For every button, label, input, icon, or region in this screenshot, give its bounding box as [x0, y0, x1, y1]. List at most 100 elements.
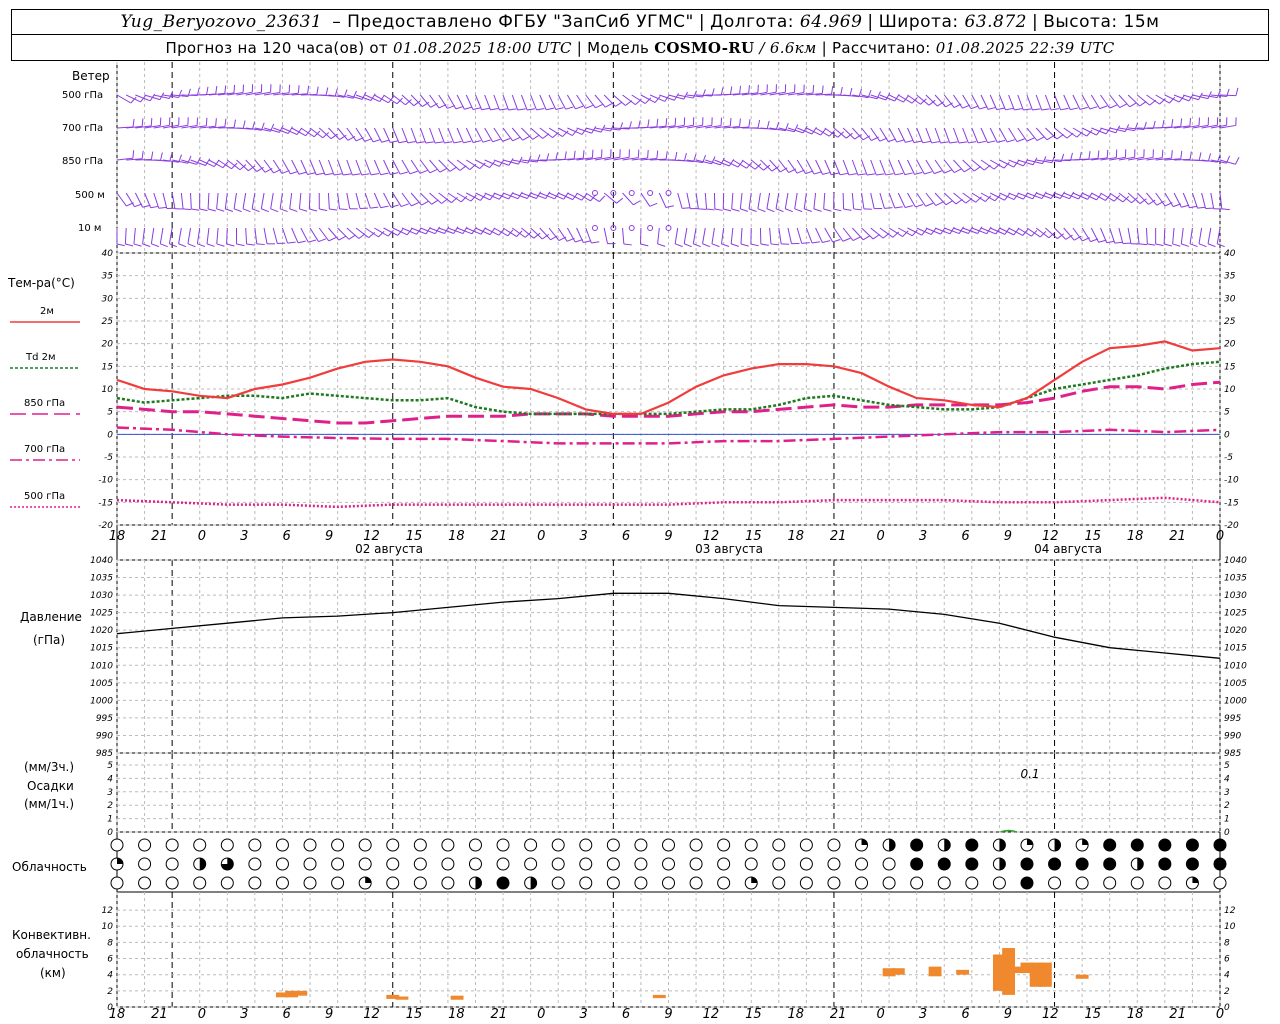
cloud-circle	[248, 857, 262, 871]
wind-barb	[327, 192, 338, 211]
cloud-fill	[530, 877, 537, 889]
wind-barb-flag	[178, 243, 187, 248]
cloud-circle	[413, 857, 427, 871]
wind-barb-flag	[1189, 205, 1198, 209]
precip-tick-left: 1	[107, 815, 113, 825]
cloud-circle	[331, 838, 345, 852]
cloud-symbol	[358, 838, 372, 852]
cloud-fill	[1214, 839, 1226, 851]
wind-barb-flag	[1161, 119, 1165, 128]
pressure-tick-right: 990	[1224, 731, 1241, 741]
convective-bar	[956, 969, 970, 975]
wind-barb	[879, 159, 894, 176]
wind-barb-staff	[242, 192, 247, 209]
wind-barb-staff	[833, 159, 841, 176]
wind-barb-staff	[429, 127, 436, 144]
cloud-symbol	[248, 838, 262, 852]
wind-barb-staff	[731, 192, 734, 209]
wind-barb-staff	[159, 227, 164, 244]
wind-barb-flag	[526, 108, 536, 111]
wind-barb	[254, 159, 273, 173]
wind-barb-staff	[1191, 192, 1198, 209]
wind-barb-flag	[740, 243, 749, 247]
wind-barb-flag	[116, 243, 125, 247]
wind-barb-staff	[769, 227, 772, 244]
cloud-circle	[634, 857, 648, 871]
cloud-fill	[751, 877, 758, 883]
wind-barb-flag	[297, 85, 300, 94]
cloud-circle	[193, 838, 207, 852]
wind-barb-flag	[233, 208, 242, 213]
wind-barb	[419, 127, 434, 144]
wind-barb	[870, 92, 891, 101]
wind-barb-flag	[766, 208, 775, 213]
cloud-symbol	[634, 876, 648, 890]
wind-barb-staff	[1054, 94, 1062, 110]
wind-barb	[674, 227, 683, 248]
wind-barb	[739, 192, 749, 212]
wind-barb-staff	[300, 227, 309, 243]
cloud-circle	[662, 857, 675, 871]
wind-barb-staff	[520, 94, 528, 111]
wind-barb-flag	[224, 118, 227, 127]
wind-barb-flag	[740, 208, 749, 212]
wind-barb-staff	[392, 159, 401, 175]
wind-barb	[861, 192, 872, 210]
wind-barb	[567, 150, 585, 161]
wind-barb-flag	[215, 85, 218, 95]
pressure-tick-right: 1010	[1224, 661, 1247, 671]
wind-barb-flag	[141, 150, 144, 159]
wind-barb-flag	[1235, 87, 1239, 96]
wind-barb-staff	[245, 227, 248, 245]
wind-barb	[897, 192, 913, 208]
wind-barb-staff	[916, 127, 924, 144]
wind-barb-flag	[615, 101, 623, 107]
wind-barb-flag	[334, 88, 338, 97]
wind-barb-staff	[842, 159, 850, 176]
wind-barb-staff	[456, 227, 473, 235]
wind-barb	[897, 159, 913, 176]
hour-tick-label: 0	[198, 1007, 206, 1022]
wind-barb-staff	[178, 227, 182, 244]
wind-barb-flag	[693, 243, 701, 248]
hour-tick-label: 6	[283, 1007, 291, 1022]
cloud-symbol	[303, 857, 317, 871]
cloud-symbol	[744, 857, 758, 871]
wind-barb	[723, 159, 744, 168]
temp-tick-left: 35	[102, 272, 114, 282]
cloud-symbol	[799, 876, 813, 890]
wind-barb-staff	[392, 192, 402, 207]
wind-barb	[1063, 227, 1082, 241]
wind-barb	[126, 118, 144, 129]
hour-tick-label: 21	[491, 1007, 508, 1022]
temp-tick-left: 40	[102, 249, 114, 259]
cloud-symbol	[827, 857, 841, 871]
hour-tick-label: 3	[240, 1007, 248, 1022]
wind-barb-flag	[702, 243, 711, 248]
wind-barb-flag	[739, 85, 742, 94]
cloud-symbol	[910, 876, 924, 890]
conv-tick-left: 2	[107, 987, 113, 997]
wind-barb-staff	[133, 227, 136, 244]
wind-barb	[705, 157, 725, 166]
cloud-symbol	[579, 876, 593, 890]
wind-barb-flag	[429, 168, 438, 174]
cloud-symbol	[882, 876, 896, 890]
wind-barb	[124, 227, 134, 247]
wind-barb-flag	[401, 203, 409, 208]
cloud-fill	[999, 858, 1006, 870]
wind-barb-flag	[914, 171, 923, 175]
wind-barb-flag	[290, 170, 299, 175]
wind-barb	[692, 227, 701, 248]
wind-barb-flag	[656, 150, 659, 159]
wind-barb	[216, 227, 225, 247]
wind-barb-flag	[132, 118, 135, 128]
cloud-fill	[1076, 858, 1089, 870]
cloud-circle	[1075, 876, 1089, 890]
wind-barb-flag	[1129, 102, 1137, 108]
wind-barb-staff	[548, 94, 557, 110]
cloud-symbol	[937, 857, 951, 871]
wind-barb	[159, 227, 168, 248]
wind-barb-flag	[398, 140, 407, 144]
wind-barb-flag	[940, 141, 949, 144]
